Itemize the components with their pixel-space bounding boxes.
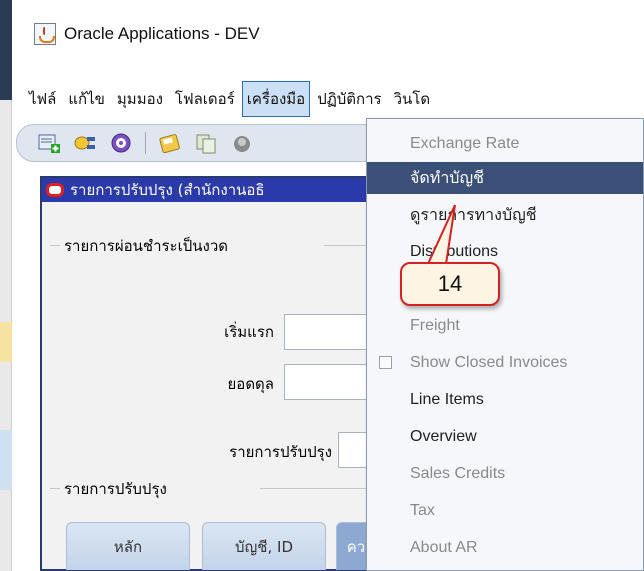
menu-item-label: Show Closed Invoices <box>410 354 568 371</box>
menu-item-about-ar[interactable]: About AR <box>367 532 643 564</box>
edge-yellow-segment <box>0 322 12 362</box>
menu-view[interactable]: มุมมอง <box>112 81 168 117</box>
menu-item-freight[interactable]: Freight <box>367 310 643 342</box>
balance-label: ยอดดุล <box>227 375 274 393</box>
toolbar-separator <box>145 132 146 154</box>
navigate-icon[interactable] <box>109 131 133 155</box>
edge-dark-segment <box>0 0 12 100</box>
save-icon[interactable] <box>158 131 182 155</box>
tab-account-id[interactable]: บัญชี, ID <box>202 522 326 570</box>
menu-item-exchange-rate[interactable]: Exchange Rate <box>367 128 643 160</box>
new-record-icon[interactable] <box>37 131 61 155</box>
group-divider <box>50 245 60 246</box>
menu-item-tax[interactable]: Tax <box>367 495 643 527</box>
first-label: เริ่มแรก <box>224 323 274 341</box>
tools-menu-dropdown: Exchange Rate จัดทำบัญชี ดูรายการทางบัญช… <box>366 118 644 571</box>
find-icon[interactable] <box>73 131 97 155</box>
menu-item-line-items[interactable]: Line Items <box>367 384 643 416</box>
checkbox-icon[interactable] <box>379 356 392 369</box>
menu-folder[interactable]: โฟลเดอร์ <box>170 81 240 117</box>
group-divider <box>50 488 60 489</box>
menu-item-overview[interactable]: Overview <box>367 421 643 453</box>
menu-item-show-closed-invoices[interactable]: Show Closed Invoices <box>367 347 643 379</box>
java-icon <box>34 23 56 45</box>
form-title: รายการปรับปรุง (สำนักงานอธิ <box>70 181 265 199</box>
menu-actions[interactable]: ปฏิบัติการ <box>312 81 386 117</box>
menu-tools[interactable]: เครื่องมือ <box>241 81 311 117</box>
tab-main[interactable]: หลัก <box>66 522 190 570</box>
edge-blue-segment <box>0 430 12 490</box>
step-callout: 14 <box>400 262 500 306</box>
group-installments-label: รายการผ่อนชำระเป็นงวด <box>60 234 232 258</box>
menu-item-view-accounting[interactable]: ดูรายการทางบัญชี <box>367 199 643 231</box>
title-bar: Oracle Applications - DEV <box>12 0 644 68</box>
menu-window[interactable]: วินโด <box>389 81 435 117</box>
translate-icon[interactable] <box>230 131 254 155</box>
group-divider <box>260 488 380 489</box>
adjustment-label: รายการปรับปรุง <box>229 443 332 461</box>
window-title: Oracle Applications - DEV <box>64 24 260 43</box>
menu-item-sales-credits[interactable]: Sales Credits <box>367 458 643 490</box>
group-adjustments-label: รายการปรับปรุง <box>60 477 171 501</box>
menu-edit[interactable]: แก้ไข <box>63 81 110 117</box>
background-window-edge <box>0 0 12 571</box>
attachments-icon[interactable] <box>194 131 218 155</box>
close-icon[interactable] <box>46 183 64 197</box>
menu-item-create-accounting[interactable]: จัดทำบัญชี <box>367 162 643 194</box>
menu-bar: ไฟล์ แก้ไข มุมมอง โฟลเดอร์ เครื่องมือ ปฏ… <box>12 80 644 118</box>
menu-file[interactable]: ไฟล์ <box>24 81 61 117</box>
